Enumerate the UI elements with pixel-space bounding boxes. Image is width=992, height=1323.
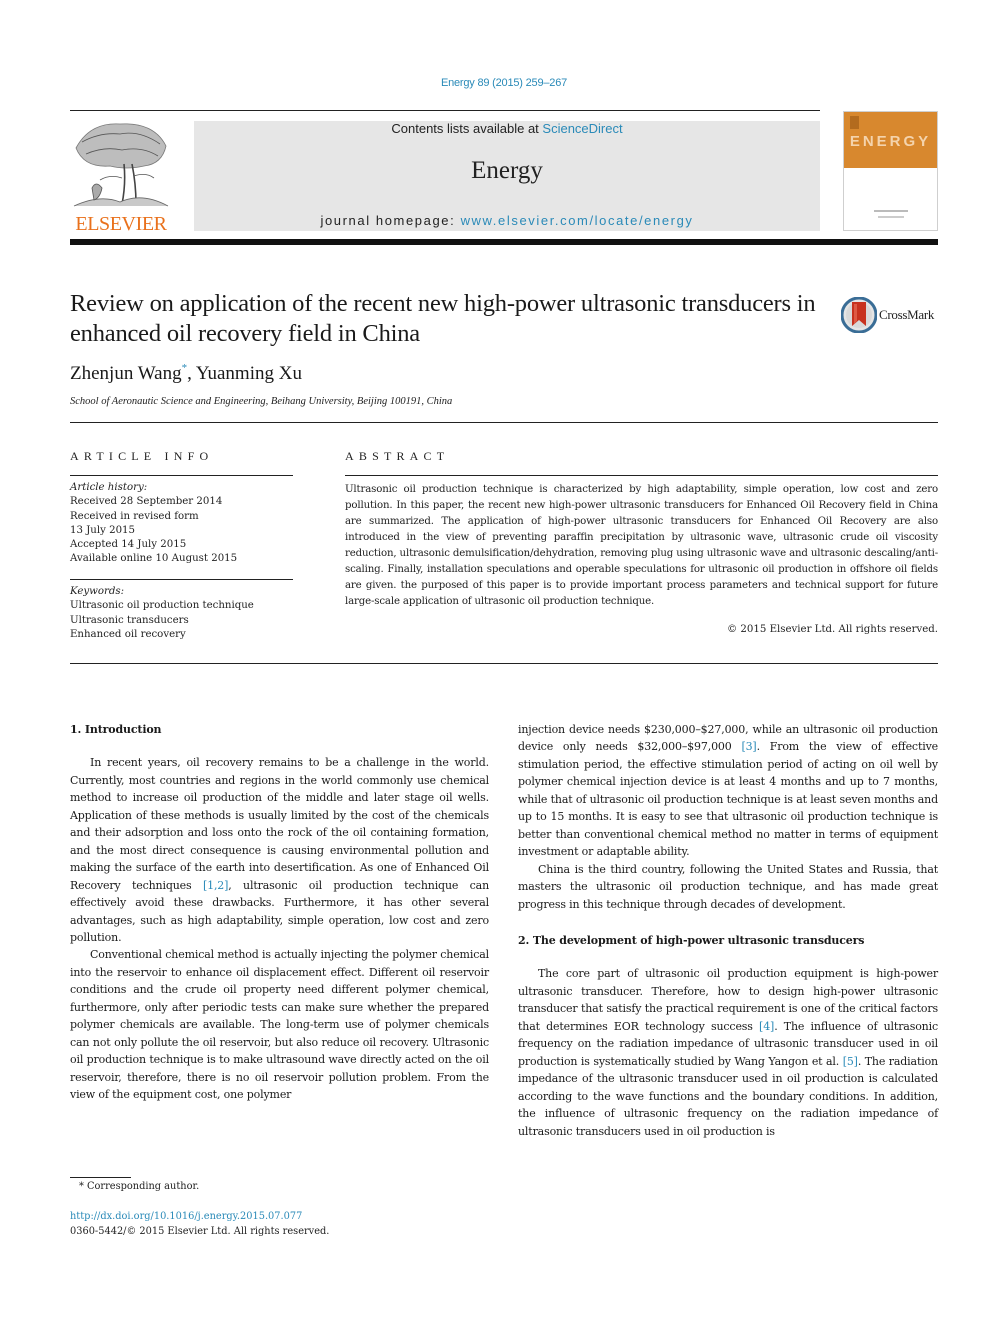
elsevier-wordmark[interactable]: ELSEVIER (70, 213, 172, 236)
section-heading-development: 2. The development of high-power ultraso… (518, 933, 865, 947)
divider-rule (70, 579, 293, 580)
header-thick-rule (70, 239, 938, 245)
journal-citation-link[interactable]: Energy 89 (2015) 259–267 (0, 77, 992, 89)
contents-prefix: Contents lists available at (391, 121, 543, 136)
author-list: Zhenjun Wang*, Yuanming Xu (70, 362, 302, 385)
contents-line: Contents lists available at ScienceDirec… (194, 121, 820, 136)
history-item: Available online 10 August 2015 (70, 553, 238, 565)
crossmark-label: CrossMark (879, 307, 935, 322)
journal-name: Energy (471, 157, 543, 184)
crossmark-button[interactable]: CrossMark (840, 296, 941, 334)
journal-cover-thumbnail[interactable]: ENERGY (843, 111, 938, 231)
paragraph-text: . From the view of effective stimulation… (518, 740, 939, 859)
section-heading-introduction: 1. Introduction (70, 723, 162, 736)
abstract-heading: ABSTRACT (345, 449, 450, 463)
homepage-link[interactable]: www.elsevier.com/locate/energy (461, 213, 694, 228)
paragraph: Conventional chemical method is actually… (70, 948, 489, 1102)
keyword-item: Enhanced oil recovery (70, 628, 186, 640)
paragraph-text: In recent years, oil recovery remains to… (70, 756, 489, 892)
history-item: Received 28 September 2014 (70, 496, 223, 508)
journal-masthead: Contents lists available at ScienceDirec… (194, 121, 820, 231)
cover-footer-line (874, 210, 908, 212)
header-rule (70, 110, 820, 111)
keyword-item: Ultrasonic transducers (70, 614, 189, 626)
cover-title: ENERGY (849, 133, 932, 150)
abstract-copyright: © 2015 Elsevier Ltd. All rights reserved… (726, 624, 938, 635)
crossmark-icon (840, 296, 878, 334)
body-column-left: 1. Introduction In recent years, oil rec… (70, 721, 489, 1104)
paragraph-continued: injection device needs $230,000–$27,000,… (518, 721, 938, 861)
sciencedirect-link[interactable]: ScienceDirect (542, 121, 622, 136)
tree-icon (73, 123, 169, 207)
keyword-item: Ultrasonic oil production technique (70, 600, 254, 612)
article-history-label: Article history: (70, 482, 148, 493)
article-info-heading: ARTICLE INFO (70, 449, 214, 463)
history-item: Accepted 14 July 2015 (70, 539, 187, 551)
keywords-label: Keywords: (70, 586, 125, 597)
corresponding-author-footnote: * Corresponding author. (79, 1181, 200, 1192)
citation-link[interactable]: [3] (741, 740, 756, 753)
abstract-text: Ultrasonic oil production technique is c… (345, 484, 938, 607)
history-item: Received in revised form (70, 510, 199, 522)
issn-copyright: 0360-5442/© 2015 Elsevier Ltd. All right… (70, 1226, 330, 1237)
divider-rule (70, 422, 938, 423)
homepage-prefix: journal homepage: (320, 213, 461, 228)
cover-footer-line (878, 216, 904, 218)
divider-rule (70, 475, 293, 476)
history-item: 13 July 2015 (70, 524, 136, 536)
paragraph: In recent years, oil recovery remains to… (70, 754, 489, 946)
citation-link[interactable]: [1,2] (203, 879, 228, 892)
body-column-right: injection device needs $230,000–$27,000,… (518, 721, 938, 1140)
divider-rule (70, 663, 938, 664)
homepage-line: journal homepage: www.elsevier.com/locat… (194, 213, 820, 228)
article-title: Review on application of the recent new … (70, 290, 816, 347)
paragraph: China is the third country, following th… (518, 862, 938, 911)
footnote-rule (70, 1177, 131, 1178)
divider-rule (345, 475, 938, 476)
keywords: Keywords: Ultrasonic oil production tech… (70, 585, 300, 642)
author-separator: , (187, 363, 196, 384)
cover-publisher-icon (850, 116, 859, 129)
affiliation: School of Aeronautic Science and Enginee… (70, 396, 453, 407)
author-name[interactable]: Zhenjun Wang (70, 363, 182, 384)
citation-link[interactable]: [5] (843, 1055, 858, 1068)
author-name[interactable]: Yuanming Xu (196, 363, 302, 384)
paragraph: The core part of ultrasonic oil producti… (518, 965, 938, 1140)
doi-link[interactable]: http://dx.doi.org/10.1016/j.energy.2015.… (70, 1211, 302, 1222)
citation-link[interactable]: [4] (759, 1020, 774, 1033)
article-history: Article history: Received 28 September 2… (70, 481, 300, 567)
